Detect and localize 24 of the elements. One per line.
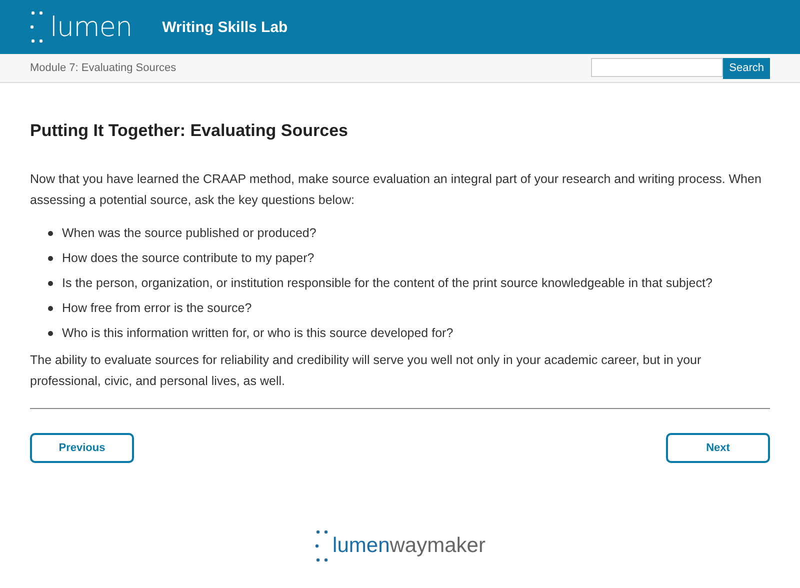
question-item: How does the source contribute to my paper? [62,250,314,267]
next-button[interactable]: Next [666,433,770,463]
closing-paragraph: The ability to evaluate sources for reliability and credibility will serve you well not only in your academic career, but in your professional, civic, and personal lives, as well. [30,352,702,390]
bullet-icon [48,256,53,261]
footer-logo-text: waymaker [390,534,486,558]
question-item: How free from error is the source? [62,300,252,317]
intro-paragraph: Now that you have learned the CRAAP method, make source evaluation an integral part of your research and writing process. When assessing a potential source, ask the key questions below: [30,171,762,209]
search-button[interactable]: Search [723,58,770,78]
question-item: When was the source published or produced? [62,225,316,242]
question-item: Is the person, organization, or institution responsible for the content of the print source knowledgeable in that subject? [62,275,712,292]
site-title: Writing Skills Lab [162,18,288,36]
question-item: Who is this information written for, or who is this source developed for? [62,325,454,342]
previous-button[interactable]: Previous [30,433,134,463]
footer-logo-text: lumen [332,534,390,558]
dots-icon [314,529,329,563]
page-heading: Putting It Together: Evaluating Sources [30,121,349,141]
logo[interactable]: lumen [50,12,132,42]
dots-icon [30,10,44,44]
module-title: Module 7: Evaluating Sources [30,62,176,74]
bullet-icon [48,306,53,311]
bullet-icon [48,331,53,336]
bullet-icon [48,281,53,286]
bullet-icon [48,231,53,236]
search-field[interactable] [591,58,724,76]
